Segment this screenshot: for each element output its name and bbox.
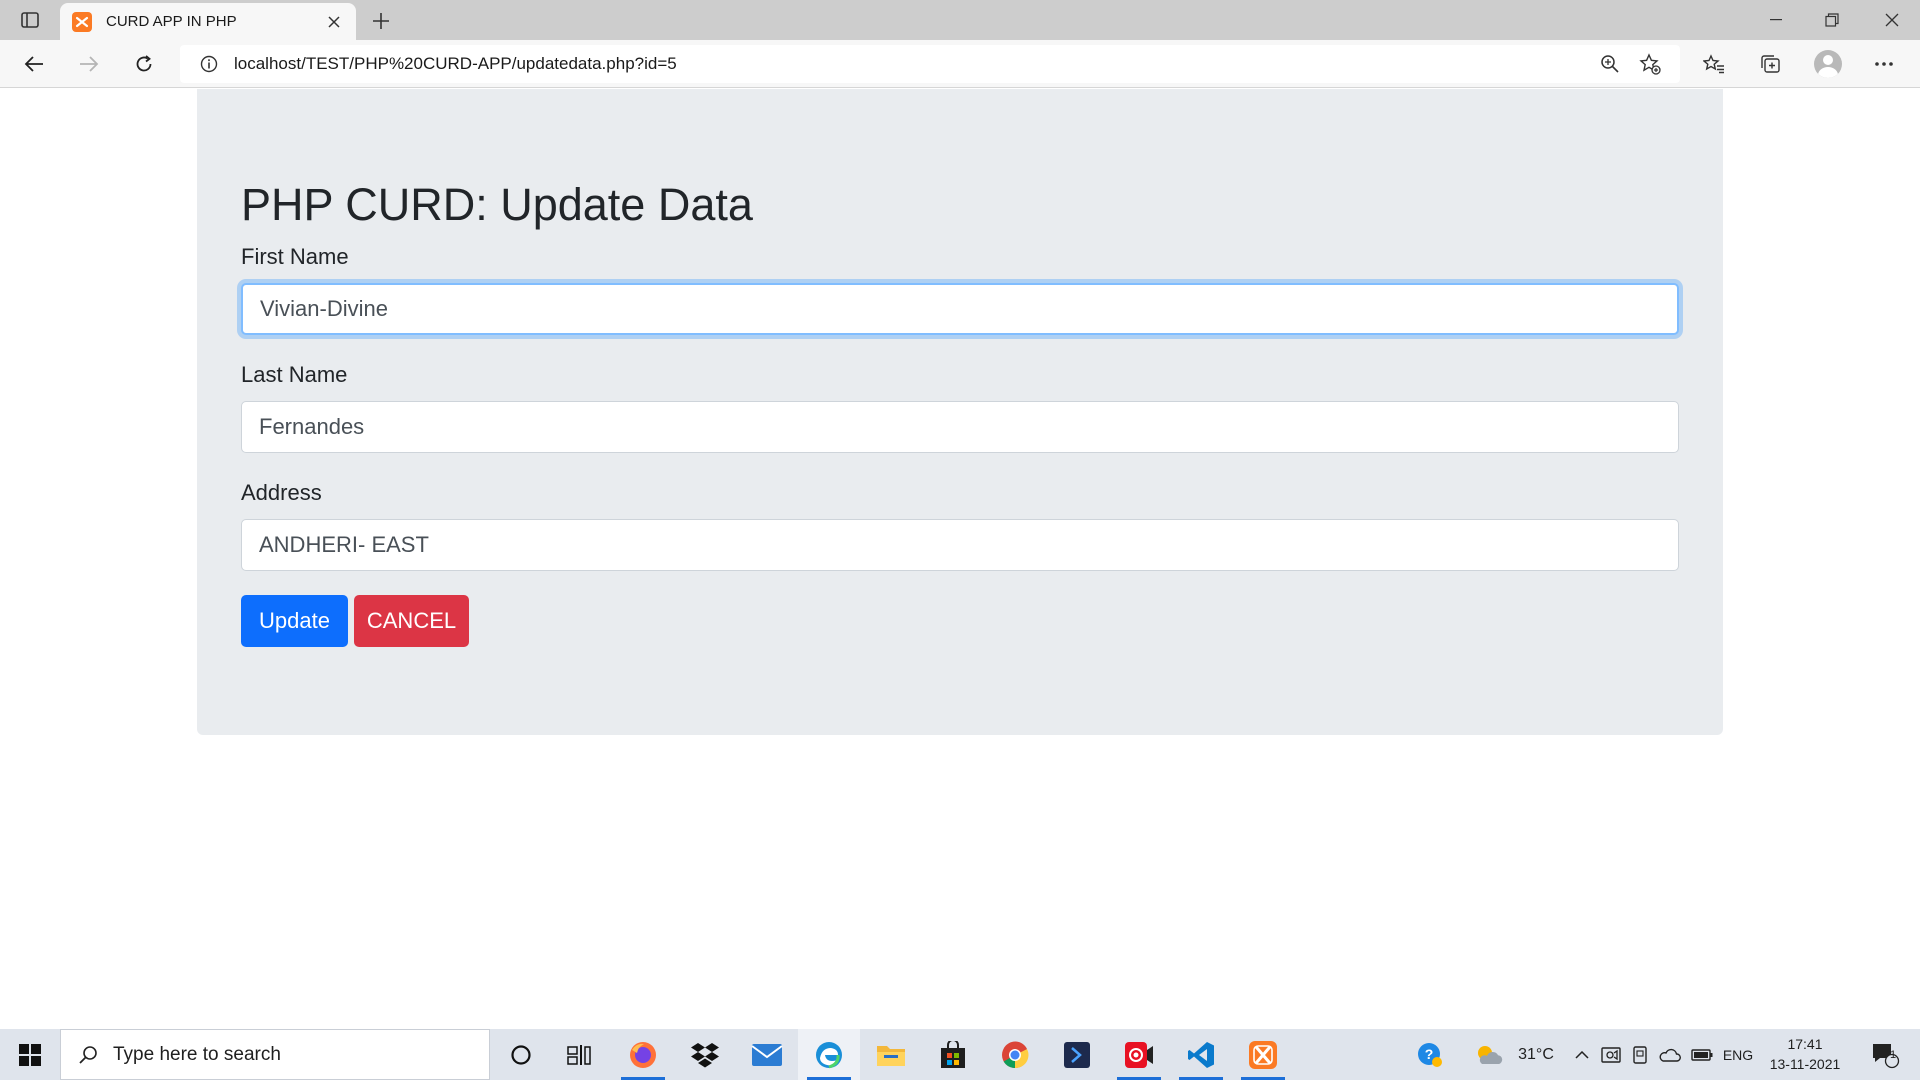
- windows-taskbar: Type here to search ? 31°C ENG 17:41 13-…: [0, 1029, 1920, 1080]
- xampp-icon[interactable]: [1232, 1029, 1294, 1080]
- cortana-icon[interactable]: [490, 1029, 552, 1080]
- notifications-icon[interactable]: 1: [1860, 1029, 1910, 1080]
- update-button[interactable]: Update: [241, 595, 348, 647]
- browser-tab-active[interactable]: CURD APP IN PHP: [60, 3, 356, 40]
- tab-close-icon[interactable]: [320, 8, 348, 36]
- profile-avatar[interactable]: [1808, 48, 1848, 80]
- form-container: PHP CURD: Update Data First Name Last Na…: [197, 89, 1723, 735]
- tab-title: CURD APP IN PHP: [106, 13, 237, 30]
- dropbox-icon[interactable]: [674, 1029, 736, 1080]
- mail-icon[interactable]: [736, 1029, 798, 1080]
- first-name-input[interactable]: [241, 283, 1679, 335]
- back-arrow-icon[interactable]: [17, 48, 51, 80]
- address-input[interactable]: [241, 519, 1679, 571]
- vscode-icon[interactable]: [1170, 1029, 1232, 1080]
- page-title: PHP CURD: Update Data: [241, 179, 753, 230]
- firefox-icon[interactable]: [612, 1029, 674, 1080]
- taskbar-clock[interactable]: 17:41 13-11-2021: [1760, 1034, 1850, 1074]
- weather-icon[interactable]: [1474, 1029, 1504, 1080]
- windows-start-icon[interactable]: [0, 1029, 60, 1080]
- edge-icon[interactable]: [798, 1029, 860, 1080]
- page-viewport: PHP CURD: Update Data First Name Last Na…: [0, 89, 1920, 1029]
- site-info-icon[interactable]: [194, 55, 224, 73]
- browser-tab-strip: CURD APP IN PHP: [0, 0, 1920, 40]
- search-icon: [75, 1045, 101, 1065]
- address-label: Address: [241, 480, 322, 505]
- collections-icon[interactable]: [1750, 48, 1790, 80]
- file-explorer-icon[interactable]: [860, 1029, 922, 1080]
- browser-toolbar: localhost/TEST/PHP%20CURD-APP/updatedata…: [0, 40, 1920, 88]
- last-name-label: Last Name: [241, 362, 348, 387]
- profile-avatar-icon: [1814, 50, 1842, 78]
- forward-arrow-icon[interactable]: [72, 48, 106, 80]
- more-menu-icon[interactable]: [1864, 48, 1904, 80]
- url-text[interactable]: localhost/TEST/PHP%20CURD-APP/updatedata…: [234, 54, 1590, 74]
- new-tab-icon[interactable]: [366, 6, 396, 36]
- restore-icon[interactable]: [1804, 0, 1860, 40]
- refresh-icon[interactable]: [127, 48, 161, 80]
- svg-text:?: ?: [1425, 1046, 1434, 1062]
- favorites-icon[interactable]: [1694, 48, 1734, 80]
- add-favorite-icon[interactable]: [1630, 48, 1670, 80]
- battery-icon[interactable]: [1688, 1029, 1716, 1080]
- first-name-label: First Name: [241, 244, 349, 269]
- clock-date: 13-11-2021: [1769, 1056, 1841, 1072]
- clock-time: 17:41: [1787, 1036, 1823, 1052]
- last-name-input[interactable]: [241, 401, 1679, 453]
- cancel-button[interactable]: CANCEL: [354, 595, 469, 647]
- screen-recorder-icon[interactable]: [1108, 1029, 1170, 1080]
- zoom-icon[interactable]: [1590, 48, 1630, 80]
- chevron-up-icon[interactable]: [1570, 1029, 1594, 1080]
- address-bar[interactable]: localhost/TEST/PHP%20CURD-APP/updatedata…: [180, 45, 1680, 83]
- xampp-favicon-icon: [72, 11, 92, 32]
- microsoft-store-icon[interactable]: [922, 1029, 984, 1080]
- weather-temperature[interactable]: 31°C: [1510, 1029, 1562, 1080]
- onedrive-cloud-icon[interactable]: [1656, 1029, 1684, 1080]
- chrome-icon[interactable]: [984, 1029, 1046, 1080]
- tab-actions-icon[interactable]: [16, 8, 44, 32]
- taskbar-search-box[interactable]: Type here to search: [60, 1029, 490, 1080]
- notification-count: 1: [1889, 1049, 1897, 1061]
- window-close-icon[interactable]: [1864, 0, 1920, 40]
- language-indicator[interactable]: ENG: [1718, 1029, 1758, 1080]
- device-icon[interactable]: [1628, 1029, 1652, 1080]
- taskbar-search-placeholder: Type here to search: [113, 1043, 281, 1065]
- minimize-icon[interactable]: [1748, 0, 1804, 40]
- meet-now-icon[interactable]: [1598, 1029, 1624, 1080]
- help-icon[interactable]: ?: [1410, 1029, 1450, 1080]
- powershell-icon[interactable]: [1046, 1029, 1108, 1080]
- task-view-icon[interactable]: [548, 1029, 610, 1080]
